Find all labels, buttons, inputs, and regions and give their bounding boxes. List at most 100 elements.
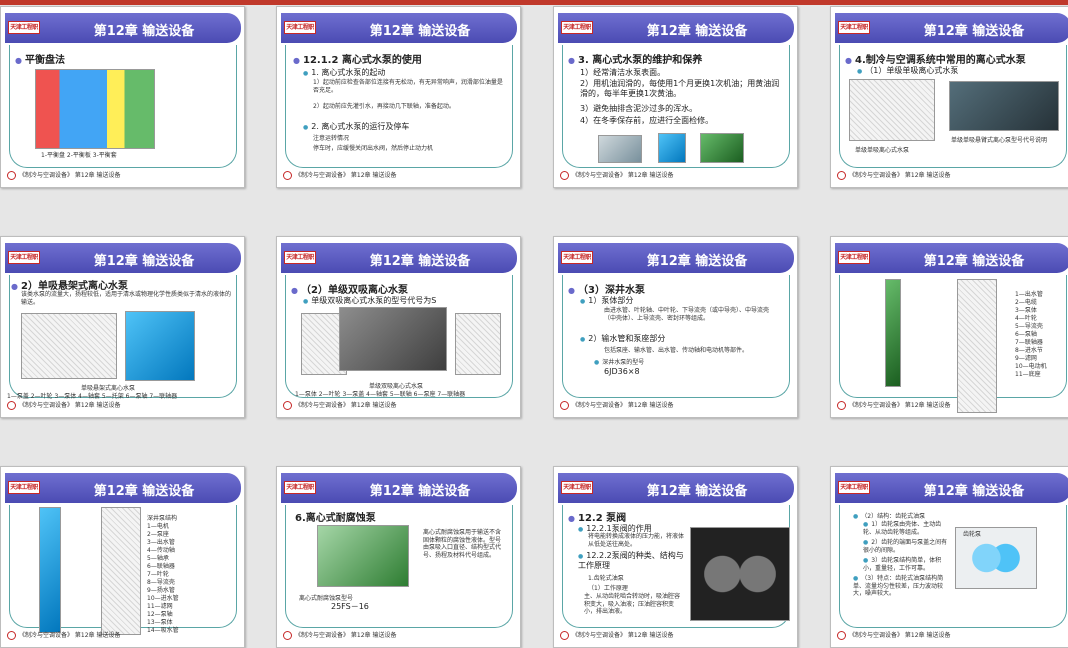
school-logo: 天津工程职业 [8, 21, 40, 34]
slide-header: 天津工程职业 第12章 输送设备 [5, 473, 241, 503]
footer-text: 《制冷与空调设备》 第12章 输送设备 [19, 632, 121, 639]
slide-footer: 《制冷与空调设备》 第12章 输送设备 [281, 399, 517, 413]
bullet-subheading: 1）泵体部分 [580, 295, 633, 306]
pump-photo [658, 133, 686, 163]
slide-title: 第12章 输送设备 [923, 484, 1025, 499]
seal-icon [560, 401, 569, 410]
slide-thumbnail-4[interactable]: 天津工程职业 第12章 输送设备 4.制冷与空调系统中常用的离心式水泵（1）单级… [830, 6, 1068, 188]
slide-footer: 《制冷与空调设备》 第12章 输送设备 [558, 629, 794, 643]
bullet-text: 3）齿轮泵结构简单，体积小，重量轻，工作可靠。 [863, 557, 951, 572]
slide-title: 第12章 输送设备 [93, 24, 195, 39]
slide-title: 第12章 输送设备 [646, 254, 748, 269]
figure-caption: 单级单吸悬臂式离心泵型号代号说明 [951, 137, 1048, 144]
slide-thumbnail-1[interactable]: 天津工程职业 第12章 输送设备 平衡盘法 1-平衡盘 2-平衡板 3-平衡套 《… [0, 6, 245, 188]
balance-disc-diagram [35, 69, 155, 149]
bullet-text: 2）起动前应先灌引水，再接动几下联轴，准备起动。 [313, 103, 455, 110]
figure-caption: 1-平衡盘 2-平衡板 3-平衡套 [41, 152, 117, 159]
slide-title: 第12章 输送设备 [923, 254, 1025, 269]
seal-icon [7, 171, 16, 180]
pump-model-code: 25FS－16 [331, 602, 369, 611]
school-logo: 天津工程职业 [561, 21, 593, 34]
bullet-heading: （3）深井水泵 [568, 281, 645, 296]
slide-title: 第12章 输送设备 [369, 24, 471, 39]
bullet-text: 1.齿轮式油泵 [588, 575, 624, 582]
slide-header: 天津工程职业 第12章 输送设备 [5, 243, 241, 273]
deep-well-pump-drawing [101, 507, 141, 635]
slide-footer: 《制冷与空调设备》 第12章 输送设备 [558, 399, 794, 413]
footer-text: 《制冷与空调设备》 第12章 输送设备 [19, 172, 121, 179]
bullet-text: 4）在冬季保存前，应进行全面检修。 [580, 116, 714, 125]
slide-thumbnail-2[interactable]: 天津工程职业 第12章 输送设备 12.1.2 离心式水泵的使用1. 离心式水泵… [276, 6, 521, 188]
slide-thumbnail-9[interactable]: 天津工程职业 第12章 输送设备 深井泵结构1—电机2—泵座3—出水管4—传动轴… [0, 466, 245, 648]
slide-thumbnail-5[interactable]: 天津工程职业 第12章 输送设备 2）单吸悬架式离心水泵该类水泵的流量大，扬程较… [0, 236, 245, 418]
footer-text: 《制冷与空调设备》 第12章 输送设备 [849, 402, 951, 409]
school-logo: 天津工程职业 [838, 481, 870, 494]
bullet-text: 深井水泵的型号 [594, 357, 644, 366]
pump-photo [949, 81, 1059, 131]
footer-text: 《制冷与空调设备》 第12章 输送设备 [295, 632, 397, 639]
slide-thumbnail-7[interactable]: 天津工程职业 第12章 输送设备 （3）深井水泵1）泵体部分由进水管、叶轮轴、中… [553, 236, 798, 418]
slide-title: 第12章 输送设备 [93, 254, 195, 269]
bullet-text: （3）特点：齿轮式油泵结构简单、流量均匀性较差，压力波动较大，噪声较大。 [853, 575, 953, 598]
slide-title: 第12章 输送设备 [369, 254, 471, 269]
school-logo: 天津工程职业 [284, 21, 316, 34]
pump-cross-section-drawing [455, 313, 501, 375]
footer-text: 《制冷与空调设备》 第12章 输送设备 [572, 172, 674, 179]
bullet-heading: 平衡盘法 [15, 51, 65, 66]
seal-icon [837, 631, 846, 640]
slide-title: 第12章 输送设备 [93, 484, 195, 499]
slide-thumbnail-8[interactable]: 天津工程职业 第12章 输送设备 1—出水管2—电缆3—泵体4—叶轮5—导流壳6… [830, 236, 1068, 418]
slide-thumbnail-6[interactable]: 天津工程职业 第12章 输送设备 （2）单级双吸离心水泵单级双吸离心式水泵的型号… [276, 236, 521, 418]
slide-footer: 《制冷与空调设备》 第12章 输送设备 [5, 169, 241, 183]
bullet-text: （1）工作原理 [588, 585, 628, 592]
slide-footer: 《制冷与空调设备》 第12章 输送设备 [835, 629, 1068, 643]
slide-header: 天津工程职业 第12章 输送设备 [5, 13, 241, 43]
footer-text: 《制冷与空调设备》 第12章 输送设备 [295, 172, 397, 179]
bullet-text: 1）起动前应检查各部位连接有无松动，有无异常响声，润滑部位油量是否充足。 [313, 79, 503, 94]
pump-cross-section-drawing [849, 79, 935, 141]
bullet-text: 2）齿轮的端面与泵盖之间有很小的间隙。 [863, 539, 951, 554]
slide-thumbnail-11[interactable]: 天津工程职业 第12章 输送设备 12.2 泵阀12.2.1泵阀的作用将电能转换… [553, 466, 798, 648]
pump-photo [700, 133, 744, 163]
figure-caption: 齿轮泵 [963, 531, 982, 538]
bullet-heading: 2）单吸悬架式离心水泵 [11, 277, 128, 292]
bullet-heading: 12.1.2 离心式水泵的使用 [293, 51, 422, 66]
deep-well-pump-drawing [957, 279, 997, 413]
seal-icon [7, 401, 16, 410]
seal-icon [283, 171, 292, 180]
bullet-text: 1）齿轮泵由壳体、主动齿轮、从动齿轮等组成。 [863, 521, 951, 536]
seal-icon [7, 631, 16, 640]
slide-thumbnail-10[interactable]: 天津工程职业 第12章 输送设备 6.离心式耐腐蚀泵离心式耐腐蚀泵用于输送不含固… [276, 466, 521, 648]
bullet-text: 主、从动齿轮啮合转动时，吸油腔容积变大，吸入油液；压油腔容积变小，排出油液。 [584, 593, 681, 615]
bullet-text: 离心式耐腐蚀泵用于输送不含固体颗粒的腐蚀性液体。型号由泵吸入口直径、结构型式代号… [423, 529, 502, 559]
bullet-heading: 6.离心式耐腐蚀泵 [295, 513, 376, 524]
bullet-text: 1）经常清洁水泵表面。 [580, 68, 666, 77]
bullet-subheading: （1）单级单吸离心式水泵 [857, 65, 958, 76]
bullet-text: 将电能转换成液体的压力能，将液体从低处送往高处。 [588, 533, 685, 548]
deep-well-pump-photo [39, 507, 61, 633]
school-logo: 天津工程职业 [838, 21, 870, 34]
gear-pump-animation [690, 527, 790, 621]
school-logo: 天津工程职业 [561, 481, 593, 494]
bullet-heading: 12.2 泵阀 [568, 509, 626, 524]
deep-well-pump-photo [885, 279, 901, 387]
slide-header: 天津工程职业 第12章 输送设备 [835, 13, 1068, 43]
slide-footer: 《制冷与空调设备》 第12章 输送设备 [558, 169, 794, 183]
corrosion-pump-photo [317, 525, 409, 587]
slide-thumbnail-12[interactable]: 天津工程职业 第12章 输送设备 （2）结构：齿轮式油泵1）齿轮泵由壳体、主动齿… [830, 466, 1068, 648]
slide-title: 第12章 输送设备 [923, 24, 1025, 39]
slide-thumbnail-3[interactable]: 天津工程职业 第12章 输送设备 3. 离心式水泵的维护和保养 1）经常清洁水泵表… [553, 6, 798, 188]
slide-footer: 《制冷与空调设备》 第12章 输送设备 [5, 629, 241, 643]
bullet-heading: （2）单级双吸离心水泵 [291, 281, 408, 296]
footer-text: 《制冷与空调设备》 第12章 输送设备 [849, 632, 951, 639]
bullet-subheading: 12.2.2泵阀的种类、结构与工作原理 [578, 551, 688, 571]
figure-caption: 1—泵体 2—叶轮 3—泵盖 4—轴套 5—联轴 6—泵座 7—联轴器 [295, 391, 466, 398]
slide-title: 第12章 输送设备 [646, 24, 748, 39]
seal-icon [283, 631, 292, 640]
school-logo: 天津工程职业 [561, 251, 593, 264]
top-accent-bar [0, 0, 1068, 5]
school-logo: 天津工程职业 [8, 251, 40, 264]
slide-footer: 《制冷与空调设备》 第12章 输送设备 [835, 169, 1068, 183]
bullet-subheading: 2）输水管和泵座部分 [580, 333, 665, 344]
seal-icon [837, 171, 846, 180]
